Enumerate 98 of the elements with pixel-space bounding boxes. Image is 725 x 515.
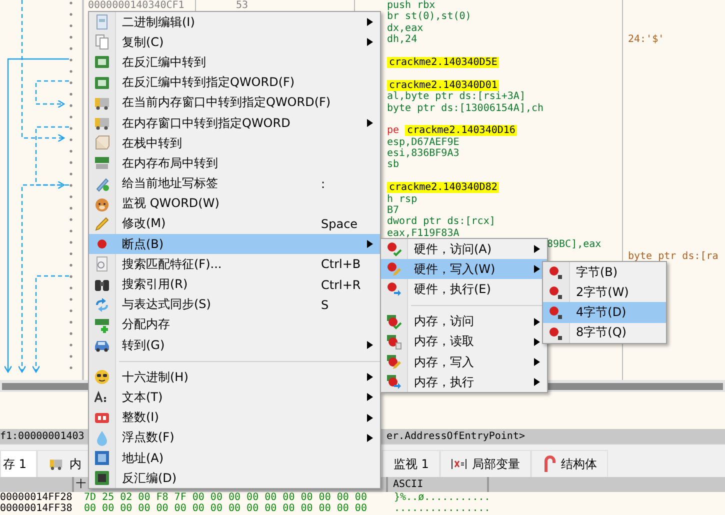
breakpoint-pencil-icon	[386, 261, 402, 278]
address-cell-text: 0000000140340CF1	[88, 0, 186, 12]
memory-breakpoint-arrow-icon	[386, 374, 402, 390]
menu-item[interactable]: 复制(C)	[89, 32, 380, 52]
memory-breakpoint-check-icon	[386, 314, 402, 330]
address-cell-text: 00000014FF38	[0, 503, 74, 514]
instruction-text: B7	[387, 205, 400, 216]
menu-item[interactable]: 硬件，写入(W)	[381, 259, 547, 280]
breakpoint-check-icon	[386, 241, 402, 258]
menu-item[interactable]: 内存，写入	[381, 352, 547, 372]
breakpoint-arrow-icon	[386, 281, 402, 298]
menu-item[interactable]: 在栈中转到	[89, 133, 380, 154]
tag-pencil-icon	[94, 176, 110, 192]
shortcut-label: Ctrl+R	[321, 278, 361, 292]
comment-text: 24:'$'	[627, 34, 664, 46]
chip-icon	[94, 470, 110, 486]
instruction-text: sb	[387, 159, 400, 170]
shortcut-label: Space	[321, 216, 359, 231]
menu-item[interactable]: 4字节(D)	[543, 302, 666, 323]
breakpoint-size-icon	[548, 304, 564, 320]
sunglasses-face-icon	[94, 369, 110, 386]
ascii-cell-text: ................	[393, 503, 490, 514]
instruction-text: dh,24	[387, 34, 418, 46]
menu-item[interactable]: 内存，执行	[381, 372, 547, 392]
memory-plus-icon	[94, 316, 110, 333]
pencil-icon	[94, 216, 110, 232]
panel-tab[interactable]: 监视 1	[382, 450, 440, 477]
instruction-text: 89BC],eax	[547, 239, 602, 250]
comment-text: byte ptr ds:[ra	[627, 250, 718, 262]
menu-item[interactable]: 断点(B)	[89, 234, 380, 254]
address-cell-text: 00000014FF28	[0, 492, 74, 503]
breakpoint-size-icon	[548, 264, 564, 280]
instruction-text: dx,eax	[387, 22, 424, 34]
hex-cell-text: 7D 25 02 00 F8 7F 00 00 00 00 00 00 00 00 00 00	[83, 492, 368, 503]
status-text: er.AddressOfEntryPoint>	[386, 431, 525, 442]
instruction-text: br st(0),st(0)	[387, 11, 472, 22]
instruction-text: esp,D67AEF9E	[387, 136, 460, 148]
jump-target-label: crackme2.140340D01	[387, 80, 500, 91]
candy-cane-icon	[542, 455, 556, 473]
shortcut-label: :	[321, 176, 326, 191]
jump-target-label: crackme2.140340D82	[387, 182, 500, 194]
instruction-text: esi,836BF9A3	[387, 148, 460, 160]
shortcut-label: Ctrl+B	[321, 257, 361, 272]
menu-item[interactable]: 与表达式同步(S) S	[89, 294, 380, 315]
memory-breakpoint-pencil-icon	[386, 354, 402, 370]
panel-tab[interactable]: 结构体	[530, 450, 608, 477]
instruction-text: al,byte ptr ds:[rsi+3A]	[387, 91, 526, 102]
memory-map-icon	[94, 155, 110, 172]
menu-item[interactable]: 在内存窗口中转到指定QWORD	[89, 112, 380, 134]
menu-item[interactable]: 搜索匹配特征(F)... Ctrl+B	[89, 254, 380, 274]
memory-breakpoint-read-icon	[386, 334, 402, 350]
menu-item[interactable]: 给当前地址写标签 :	[89, 174, 380, 194]
menu-item[interactable]: 监视 QWORD(W)	[89, 194, 380, 214]
water-drop-icon	[94, 430, 110, 446]
jump-target-label: crackme2.140340D16	[405, 125, 518, 136]
hex-cell-text: 00 00 00 00 00 00 00 00 00 00 00 00 00 00 00 00	[83, 503, 368, 514]
truck-icon	[94, 115, 110, 132]
variable-icon	[450, 458, 467, 470]
menu-item[interactable]: 十六进制(H)	[89, 367, 380, 388]
document-icon	[94, 14, 110, 30]
mnemonic-text: pe	[387, 125, 400, 136]
instruction-text: dword ptr ds:[rcx]	[387, 216, 496, 228]
truck-icon	[48, 457, 64, 471]
menu-item[interactable]: 分配内存	[89, 314, 380, 335]
sync-icon	[94, 296, 110, 313]
menu-item[interactable]: 文本(T)	[89, 387, 380, 408]
breakpoint-size-icon	[548, 284, 564, 300]
panel-tab[interactable]: 局部变量	[440, 450, 531, 477]
menu-item[interactable]: 浮点数(F)	[89, 428, 380, 448]
jump-target-label: crackme2.140340D5E	[387, 56, 500, 68]
instruction-text: h rsp	[387, 194, 418, 205]
bytes-cell-text: 53	[236, 0, 250, 12]
menu-item[interactable]: 二进制编辑(I)	[89, 12, 380, 32]
copy-pages-icon	[94, 34, 110, 50]
menu-item[interactable]: 在反汇编中转到指定QWORD(F)	[89, 72, 380, 93]
menu-item[interactable]: 整数(I)	[89, 408, 380, 428]
animal-face-icon	[94, 196, 110, 212]
box-icon	[94, 135, 110, 152]
chip-icon	[94, 54, 110, 70]
menu-item[interactable]: 在反汇编中转到	[89, 52, 380, 73]
menu-item[interactable]: 硬件，访问(A)	[381, 239, 547, 260]
status-text: f1:00000001403	[0, 431, 84, 442]
ascii-cell-text: }%..ø...........	[393, 492, 490, 503]
chip-icon	[94, 74, 110, 91]
shortcut-label: S	[321, 298, 330, 312]
menu-item[interactable]: 转到(G)	[89, 335, 380, 356]
column-header: ASCII	[386, 477, 489, 492]
menu-item[interactable]: 在内存布局中转到	[89, 153, 380, 174]
address-icon	[94, 450, 110, 466]
menu-item[interactable]: 在当前内存窗口中转到指定QWORD(F)	[89, 92, 380, 113]
instruction-text: eax,F119F83A	[387, 228, 460, 239]
breakpoint-size-icon	[548, 324, 564, 341]
document-search-icon	[94, 256, 110, 272]
panel-tab[interactable]: 存 1	[0, 450, 38, 477]
instruction-text: byte ptr ds:[13006154A],ch	[387, 102, 544, 114]
menu-item[interactable]: 修改(M) Space	[89, 214, 380, 234]
instruction-text: push rbx	[387, 0, 436, 11]
menu-item[interactable]: 搜索引用(R) Ctrl+R	[89, 274, 380, 295]
